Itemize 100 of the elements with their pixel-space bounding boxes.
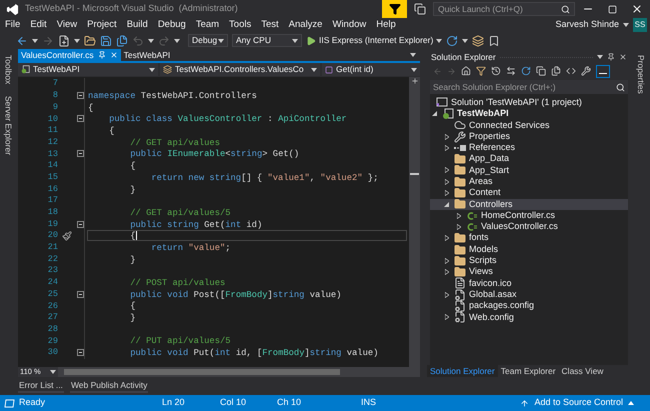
tree-item[interactable]: packages.config xyxy=(430,300,628,312)
show-all-files-icon[interactable] xyxy=(551,66,561,76)
bookmark-icon[interactable] xyxy=(488,34,500,46)
code-icon[interactable] xyxy=(566,66,576,76)
menu-item[interactable]: Debug xyxy=(152,18,191,32)
notifications-icon[interactable] xyxy=(414,3,426,15)
collapsed-arrow-icon[interactable] xyxy=(444,235,448,242)
horizontal-scrollbar[interactable] xyxy=(64,369,340,375)
tree-item[interactable]: fonts xyxy=(430,232,628,244)
collapsed-arrow-icon[interactable] xyxy=(444,134,448,140)
open-icon[interactable] xyxy=(84,34,96,46)
quick-launch-field[interactable]: Quick Launch (Ctrl+Q) xyxy=(433,2,575,16)
collapsed-arrow-icon[interactable] xyxy=(444,144,448,151)
collapsed-arrow-icon[interactable] xyxy=(444,190,448,196)
expanded-arrow-icon[interactable] xyxy=(432,111,437,116)
side-tab[interactable]: Properties xyxy=(634,55,647,94)
run-button[interactable]: IIS Express (Internet Explorer) xyxy=(306,34,442,47)
tree-item[interactable]: HomeController.cs xyxy=(430,210,628,222)
expanded-arrow-icon[interactable] xyxy=(444,202,449,207)
browser-link-icon[interactable] xyxy=(472,34,484,46)
account-name[interactable]: Sarvesh Shinde xyxy=(555,18,619,32)
tree-item[interactable]: Properties xyxy=(430,130,628,142)
close-icon[interactable] xyxy=(619,53,627,61)
sync-icon[interactable] xyxy=(506,66,516,76)
back-icon[interactable] xyxy=(16,34,28,46)
pin-icon[interactable] xyxy=(607,53,615,61)
maximize-icon[interactable] xyxy=(608,4,617,14)
tree-item[interactable]: favicon.ico xyxy=(430,278,628,290)
editor-tab[interactable]: ValuesController.cs xyxy=(18,49,121,61)
menu-item[interactable]: Window xyxy=(327,18,372,32)
menu-item[interactable]: Test xyxy=(256,18,284,32)
collapse-icon[interactable] xyxy=(76,150,84,158)
navigation-dropdown[interactable]: Get(int id) xyxy=(322,63,420,76)
tree-item[interactable]: ValuesController.cs xyxy=(430,221,628,233)
collapsed-arrow-icon[interactable] xyxy=(444,314,448,320)
collapse-all-icon[interactable] xyxy=(536,66,546,76)
tree-item[interactable]: Global.asax xyxy=(430,289,628,300)
account-avatar[interactable]: SS xyxy=(633,18,647,32)
tree-item[interactable]: Scripts xyxy=(430,255,628,266)
new-item-icon[interactable] xyxy=(58,34,70,46)
collapsed-arrow-icon[interactable] xyxy=(444,269,448,276)
refresh-icon[interactable] xyxy=(521,66,531,76)
editor-tab[interactable]: TestWebAPI xyxy=(120,49,174,61)
tool-window-tab[interactable]: Web Publish Activity xyxy=(70,378,148,394)
tree-item[interactable]: Web.config xyxy=(430,312,628,323)
filter-icon[interactable] xyxy=(476,66,486,76)
collapsed-arrow-icon[interactable] xyxy=(444,292,448,298)
collapsed-arrow-icon[interactable] xyxy=(444,167,448,174)
collapse-icon[interactable] xyxy=(76,349,84,356)
navigation-dropdown[interactable]: TestWebAPI xyxy=(18,63,158,76)
collapsed-arrow-icon[interactable] xyxy=(444,178,448,185)
source-control-button[interactable]: Add to Source Control xyxy=(520,396,634,410)
refresh-icon[interactable] xyxy=(446,34,458,46)
tree-item[interactable]: Connected Services xyxy=(430,120,628,131)
search-field[interactable]: Search Solution Explorer (Ctrl+;) xyxy=(430,80,628,94)
side-tab[interactable]: Server Explorer xyxy=(2,96,14,156)
tree-item[interactable]: TestWebAPI xyxy=(430,108,628,120)
save-icon[interactable] xyxy=(100,34,112,46)
save-all-icon[interactable] xyxy=(116,34,128,46)
panel-tab[interactable]: Solution Explorer xyxy=(427,365,498,377)
menu-item[interactable]: Project xyxy=(82,18,122,32)
side-tab[interactable]: Toolbox xyxy=(2,55,14,84)
menu-item[interactable]: Build xyxy=(122,18,153,32)
vertical-scrollbar[interactable] xyxy=(409,77,420,367)
feedback-button[interactable] xyxy=(382,0,407,18)
collapsed-arrow-icon[interactable] xyxy=(456,224,460,230)
collapse-icon[interactable] xyxy=(76,220,84,228)
home-icon[interactable] xyxy=(461,66,471,76)
tool-window-tab[interactable]: Error List ... xyxy=(18,378,64,394)
platform-dropdown[interactable]: Any CPU xyxy=(232,34,302,47)
menu-item[interactable]: Analyze xyxy=(284,18,328,32)
menu-item[interactable]: Tools xyxy=(224,18,256,32)
menu-item[interactable]: View xyxy=(52,18,82,32)
panel-tab[interactable]: Team Explorer xyxy=(498,365,559,377)
wrench-icon[interactable] xyxy=(581,66,591,76)
menu-item[interactable]: Edit xyxy=(25,18,52,32)
collapse-icon[interactable] xyxy=(76,115,84,122)
tree-item[interactable]: Content xyxy=(430,187,628,199)
tree-item[interactable]: Controllers xyxy=(430,198,628,210)
tree-item[interactable]: References xyxy=(430,142,628,154)
tree-item[interactable]: App_Data xyxy=(430,153,628,165)
menu-item[interactable]: Team xyxy=(190,18,224,32)
tree-item[interactable]: Areas xyxy=(430,176,628,188)
history-icon[interactable] xyxy=(491,66,501,76)
tree-item[interactable]: Solution 'TestWebAPI' (1 project) xyxy=(430,97,628,108)
brush-icon[interactable] xyxy=(62,230,72,241)
tree-item[interactable]: Models xyxy=(430,244,628,256)
collapsed-arrow-icon[interactable] xyxy=(456,212,460,219)
collapsed-arrow-icon[interactable] xyxy=(444,258,448,264)
tree-item[interactable]: App_Start xyxy=(430,164,628,176)
navigation-dropdown[interactable]: TestWebAPI.Controllers.ValuesCo xyxy=(160,63,320,76)
preview-toggle-button[interactable] xyxy=(596,64,610,78)
close-icon[interactable] xyxy=(631,3,643,15)
panel-tab[interactable]: Class View xyxy=(558,365,606,377)
menu-item[interactable]: File xyxy=(0,18,26,32)
configuration-dropdown[interactable]: Debug xyxy=(188,34,228,47)
collapse-icon[interactable] xyxy=(76,290,84,298)
collapse-icon[interactable] xyxy=(76,92,84,100)
menu-item[interactable]: Help xyxy=(371,18,401,32)
tree-item[interactable]: Views xyxy=(430,266,628,278)
